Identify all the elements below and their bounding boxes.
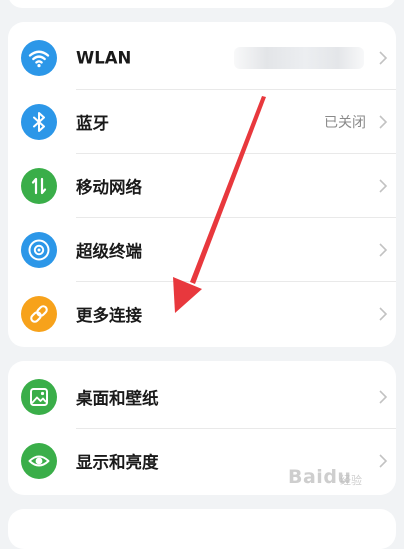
settings-item-label: 显示和亮度 [76, 452, 159, 472]
chevron-right-icon [379, 242, 388, 257]
settings-item-label: 蓝牙 [76, 113, 109, 133]
wifi-icon [21, 39, 57, 76]
wallpaper-icon [21, 378, 57, 415]
previous-section-card [8, 0, 396, 8]
super-device-icon [21, 231, 57, 268]
settings-item-label: WLAN [76, 48, 132, 67]
chevron-right-icon [379, 306, 388, 321]
chevron-right-icon [379, 50, 388, 65]
settings-item-label: 更多连接 [76, 305, 142, 325]
eye-icon [21, 442, 57, 479]
network-settings-card: WLAN 蓝牙 已关闭 移动网络 超级终端 更多连接 [8, 22, 396, 347]
settings-item-wlan[interactable]: WLAN [8, 26, 396, 89]
chevron-right-icon [379, 178, 388, 193]
bluetooth-status: 已关闭 [324, 114, 366, 131]
link-icon [21, 295, 57, 332]
settings-item-home-wallpaper[interactable]: 桌面和壁纸 [8, 365, 396, 428]
settings-item-bluetooth[interactable]: 蓝牙 已关闭 [8, 90, 396, 153]
settings-item-label: 桌面和壁纸 [76, 388, 159, 408]
next-section-card [8, 509, 396, 549]
chevron-right-icon [379, 389, 388, 404]
chevron-right-icon [379, 453, 388, 468]
settings-item-more-connections[interactable]: 更多连接 [8, 282, 396, 345]
settings-item-label: 超级终端 [76, 241, 142, 261]
settings-item-super-device[interactable]: 超级终端 [8, 218, 396, 281]
bluetooth-icon [21, 103, 57, 140]
mobile-network-icon [21, 167, 57, 204]
wlan-network-name-redacted [234, 46, 364, 69]
baidu-watermark-sub: 经验 [340, 474, 362, 487]
settings-item-label: 移动网络 [76, 177, 142, 197]
chevron-right-icon [379, 114, 388, 129]
settings-item-mobile-network[interactable]: 移动网络 [8, 154, 396, 217]
